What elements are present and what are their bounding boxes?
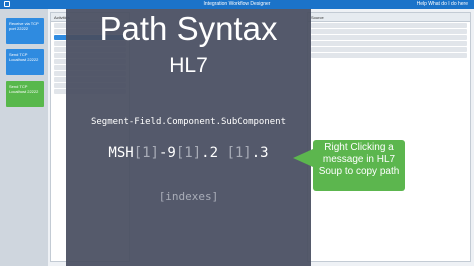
source-row[interactable] xyxy=(311,47,467,52)
workflow-card-send-2[interactable]: Send TCP Localhost 22222 xyxy=(6,81,44,107)
source-row[interactable] xyxy=(311,35,467,40)
workflow-sidebar: Receive via TCP port 22222 Send TCP Loca… xyxy=(0,9,48,266)
workflow-card-send[interactable]: Send TCP Localhost 22222 xyxy=(6,49,44,75)
path-index: [1] xyxy=(133,145,159,161)
callout-arrow xyxy=(293,149,313,167)
path-index: [1] xyxy=(226,145,252,161)
path-segment: MSH xyxy=(108,145,134,161)
path-component: .2 xyxy=(201,145,227,161)
slide-subtitle: HL7 xyxy=(169,54,208,77)
workflow-card-label: Send TCP Localhost 22222 xyxy=(9,84,39,94)
callout-box: Right Clicking a message in HL7 Soup to … xyxy=(313,140,405,191)
syntax-text: Segment-Field.Component.SubComponent xyxy=(90,117,287,127)
workflow-card-label: Send TCP Localhost 22222 xyxy=(9,52,39,62)
source-row[interactable] xyxy=(311,53,467,58)
source-row[interactable] xyxy=(311,29,467,34)
source-header: Source xyxy=(308,13,470,22)
source-pane: Source xyxy=(307,12,471,262)
callout-text: Right Clicking a message in HL7 Soup to … xyxy=(318,142,400,177)
indexes-label: [indexes] xyxy=(158,190,219,203)
path-field: -9 xyxy=(158,145,176,161)
window-title: Integration Workflow Designer xyxy=(203,1,271,7)
workflow-card-receive[interactable]: Receive via TCP port 22222 xyxy=(6,18,44,44)
slide-title: Path Syntax xyxy=(99,10,278,47)
title-bar: Integration Workflow Designer Help What … xyxy=(0,0,474,9)
help-link[interactable]: Help What do I do here xyxy=(417,0,468,9)
path-index: [1] xyxy=(175,145,202,161)
source-row[interactable] xyxy=(311,41,467,46)
source-row[interactable] xyxy=(311,23,467,28)
path-example: MSH[1]-9[1].2 [1].3 xyxy=(66,144,311,162)
workflow-card-label: Receive via TCP port 22222 xyxy=(9,21,39,31)
path-subcomponent: .3 xyxy=(251,145,269,161)
